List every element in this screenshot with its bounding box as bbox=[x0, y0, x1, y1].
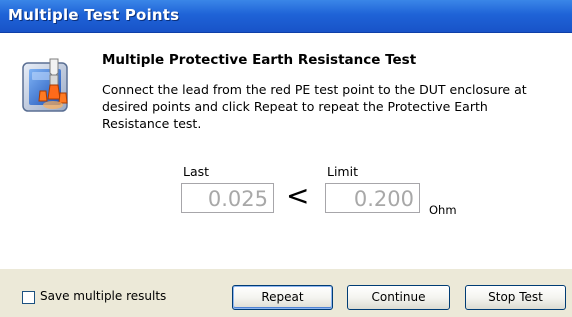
save-multiple-label[interactable]: Save multiple results bbox=[40, 289, 166, 303]
dialog-window: Multiple Test Points Multiple Protective… bbox=[0, 0, 572, 317]
save-multiple-checkbox[interactable] bbox=[22, 291, 35, 304]
instructions-text: Connect the lead from the red PE test po… bbox=[102, 82, 527, 131]
last-value-field: 0.025 bbox=[181, 183, 274, 213]
repeat-button[interactable]: Repeat bbox=[232, 285, 333, 310]
continue-button[interactable]: Continue bbox=[347, 285, 450, 310]
last-label: Last bbox=[183, 164, 210, 179]
unit-label: Ohm bbox=[429, 203, 457, 217]
test-probe-icon bbox=[20, 55, 82, 117]
title-bar[interactable]: Multiple Test Points bbox=[0, 0, 572, 33]
window-title: Multiple Test Points bbox=[8, 6, 180, 24]
dialog-heading: Multiple Protective Earth Resistance Tes… bbox=[102, 52, 417, 68]
dialog-content: Multiple Protective Earth Resistance Tes… bbox=[0, 33, 572, 269]
limit-value-field: 0.200 bbox=[325, 183, 420, 213]
comparator-symbol: < bbox=[286, 179, 310, 212]
stop-test-button[interactable]: Stop Test bbox=[465, 285, 566, 310]
limit-label: Limit bbox=[327, 164, 358, 179]
